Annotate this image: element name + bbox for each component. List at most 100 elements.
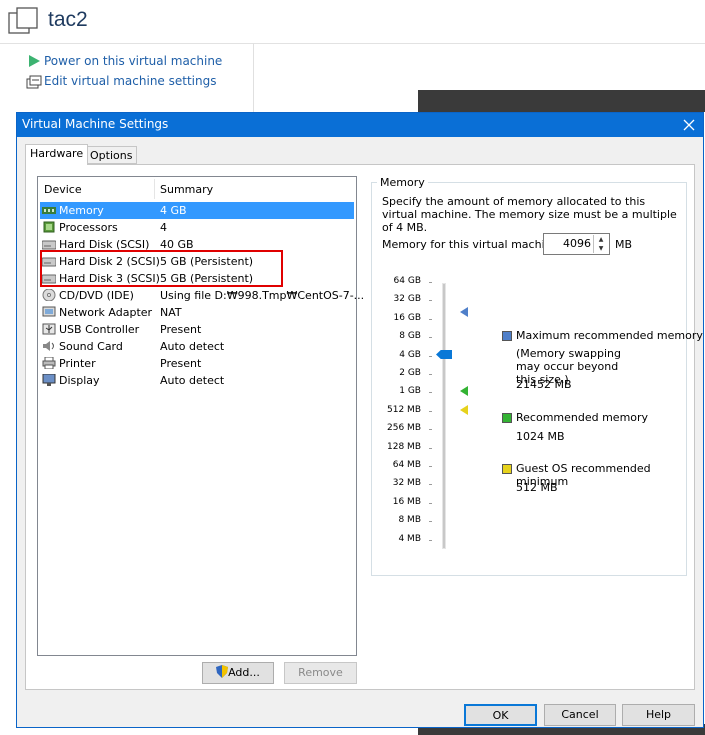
scale-label: 2 GB [399, 368, 421, 378]
scale-tick [429, 300, 432, 302]
hard-disk-icon [42, 257, 56, 267]
column-separator[interactable] [154, 179, 155, 199]
scale-label: 128 MB [387, 441, 421, 452]
edit-settings-icon [26, 75, 42, 89]
scale-tick [429, 282, 432, 283]
memory-icon [42, 207, 56, 214]
scale-tick [429, 521, 432, 523]
device-summary: 4 GB [160, 204, 187, 217]
device-row[interactable]: Processors 4 [40, 219, 354, 236]
scale-label: 256 MB [387, 423, 421, 434]
device-name: Printer [59, 357, 96, 370]
memory-input[interactable]: 4096 [563, 237, 591, 250]
scale-tick [429, 355, 432, 357]
cancel-button[interactable]: Cancel [544, 704, 616, 726]
ok-button[interactable]: OK [464, 704, 537, 726]
device-row[interactable]: Hard Disk 2 (SCSI) 5 GB (Persistent) [40, 253, 354, 270]
device-summary: Present [160, 357, 202, 370]
spin-up-icon[interactable]: ▲ [594, 235, 608, 244]
device-name: Memory [59, 204, 104, 217]
scale-label: 512 MB [387, 404, 421, 415]
column-header-device[interactable]: Device [44, 183, 82, 196]
device-name: Processors [59, 221, 118, 234]
device-row[interactable]: Memory 4 GB [40, 202, 354, 219]
scale-tick [429, 429, 432, 431]
scale-tick [429, 410, 432, 412]
add-button[interactable]: Add... [202, 662, 274, 684]
memory-spinbox[interactable]: 4096 ▲ ▼ [543, 233, 610, 255]
spin-down-icon[interactable]: ▼ [594, 244, 608, 253]
vm-settings-dialog: Virtual Machine Settings Hardware Option… [16, 112, 704, 728]
scale-label: 8 GB [399, 331, 421, 342]
legend-swatch [502, 331, 512, 341]
scale-tick [429, 318, 432, 320]
tab-options[interactable]: Options [85, 146, 138, 164]
memory-slider-track[interactable] [442, 283, 446, 549]
scale-tick [429, 337, 432, 339]
column-header-summary[interactable]: Summary [160, 183, 213, 196]
legend-label: Recommended memory [516, 411, 649, 424]
printer-icon [42, 357, 56, 369]
device-row[interactable]: Hard Disk 3 (SCSI) 5 GB (Persistent) [40, 270, 354, 287]
device-row[interactable]: Display Auto detect [40, 372, 354, 389]
scale-tick [429, 466, 432, 467]
virtual-machine-icon [8, 7, 38, 34]
device-row[interactable]: CD/DVD (IDE) Using file D:₩998.Tmp₩CentOS… [40, 287, 364, 304]
scale-label: 64 GB [393, 276, 421, 286]
scale-label: 32 MB [392, 478, 421, 489]
legend-value: 512 MB [516, 481, 558, 494]
sound-card-icon [43, 341, 54, 351]
scale-label: 4 GB [399, 349, 421, 360]
scale-label: 32 GB [393, 294, 421, 305]
dialog-titlebar: Virtual Machine Settings [17, 113, 703, 137]
scale-label: 8 MB [398, 515, 421, 526]
memory-field-label: Memory for this virtual machine: [382, 238, 563, 251]
legend-value: 21452 MB [516, 378, 572, 391]
power-on-link[interactable]: Power on this virtual machine [44, 54, 222, 68]
scale-label: 16 MB [392, 496, 421, 507]
edit-settings-link[interactable]: Edit virtual machine settings [44, 74, 216, 88]
device-row[interactable]: Hard Disk (SCSI) 40 GB [40, 236, 354, 253]
remove-button[interactable]: Remove [284, 662, 357, 684]
cd-dvd-icon [42, 289, 56, 301]
device-name: Hard Disk 3 (SCSI) [59, 272, 160, 285]
guest-min-marker-icon [460, 405, 468, 415]
scale-label: 64 MB [392, 460, 421, 470]
help-button[interactable]: Help [622, 704, 695, 726]
legend-swatch [502, 413, 512, 423]
device-summary: Auto detect [160, 340, 225, 353]
display-icon [42, 374, 56, 386]
spin-buttons[interactable]: ▲ ▼ [593, 235, 608, 253]
shield-icon [216, 665, 229, 678]
close-button[interactable] [679, 115, 699, 135]
tab-hardware[interactable]: Hardware [25, 144, 89, 165]
memory-description: Specify the amount of memory allocated t… [382, 195, 677, 234]
device-summary: Using file D:₩998.Tmp₩CentOS-7-... [160, 289, 365, 302]
recommended-marker-icon [460, 386, 468, 396]
divider [0, 43, 705, 44]
device-row[interactable]: Sound Card Auto detect [40, 338, 354, 355]
hard-disk-icon [42, 274, 56, 284]
scale-label: 1 GB [399, 386, 421, 397]
device-summary: 5 GB (Persistent) [160, 255, 254, 268]
play-icon [29, 55, 40, 67]
device-row[interactable]: USB Controller Present [40, 321, 354, 338]
device-summary: Present [160, 323, 202, 336]
device-row[interactable]: Printer Present [40, 355, 354, 372]
legend-value: 1024 MB [516, 430, 565, 443]
max-recommended-marker-icon [460, 307, 468, 317]
scale-tick [429, 502, 432, 504]
console-area [418, 90, 705, 112]
device-list[interactable]: Device Summary Memory 4 GB Processors 4 Hard… [37, 176, 364, 656]
device-row[interactable]: Network Adapter NAT [40, 304, 354, 321]
device-summary: 5 GB (Persistent) [160, 272, 254, 285]
memory-unit: MB [615, 238, 633, 251]
device-name: Display [59, 374, 100, 387]
device-name: USB Controller [59, 323, 140, 336]
scale-tick [429, 392, 432, 394]
processor-icon [43, 221, 55, 233]
add-button-label: Add... [228, 666, 260, 679]
device-summary: 4 [160, 221, 167, 234]
network-adapter-icon [42, 306, 56, 317]
device-name: Network Adapter [59, 306, 153, 319]
